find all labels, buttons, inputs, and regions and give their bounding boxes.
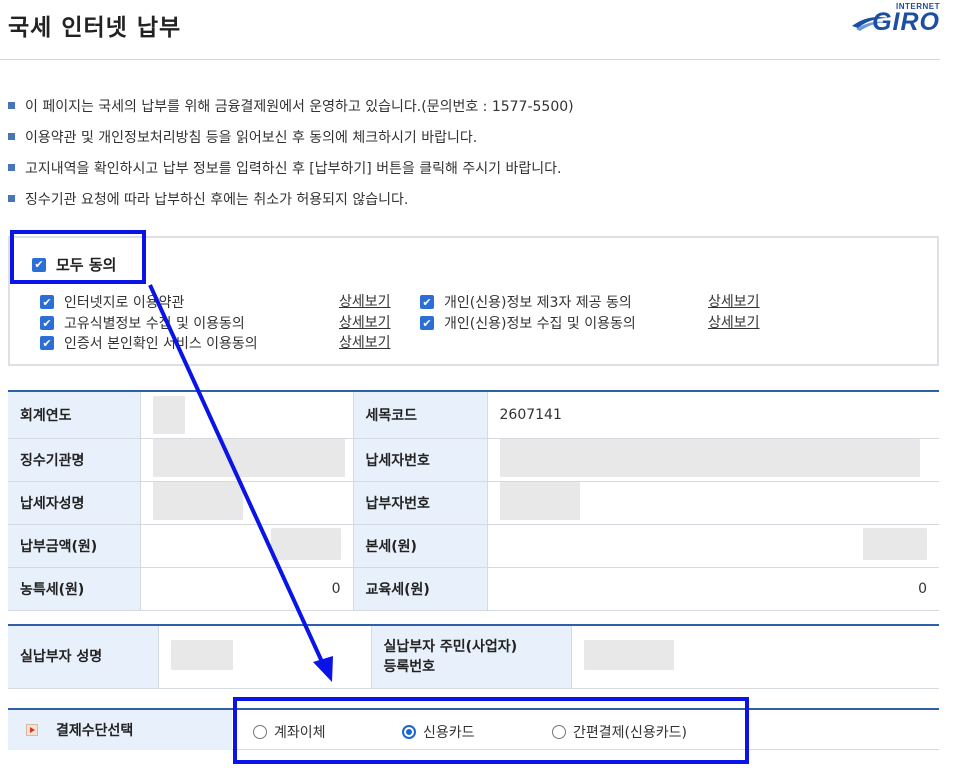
term-label: 개인(신용)정보 제3자 제공 동의	[444, 295, 632, 311]
payment-method-label-cell: 결제수단선택	[8, 710, 232, 750]
bullet-icon	[8, 133, 15, 140]
bullet-icon	[8, 195, 15, 202]
taxpayer-number-value	[487, 438, 939, 482]
payment-amount-value	[140, 524, 354, 568]
notice-item: 징수기관 요청에 따라 납부하신 후에는 취소가 허용되지 않습니다.	[8, 189, 938, 220]
fiscal-year-label: 회계연도	[8, 391, 141, 439]
actual-payer-name-value[interactable]	[158, 625, 372, 689]
notice-item: 이용약관 및 개인정보처리방침 등을 읽어보신 후 동의에 체크하시기 바랍니다…	[8, 127, 938, 158]
term-label: 고유식별정보 수집 및 이용동의	[64, 316, 245, 332]
checkbox-checked-icon[interactable]: ✔	[40, 316, 54, 330]
term-checkbox-collect[interactable]: ✔ 개인(신용)정보 수집 및 이용동의	[420, 313, 636, 333]
taxpayer-name-label: 납세자성명	[8, 481, 141, 525]
table-row: 납부금액(원) 본세(원)	[8, 524, 939, 568]
payer-number-label: 납부자번호	[353, 481, 488, 525]
actual-payer-id-label: 실납부자 주민(사업자) 등록번호	[371, 625, 572, 689]
term-label: 인터넷지로 이용약관	[64, 295, 185, 311]
checkbox-checked-icon[interactable]: ✔	[420, 316, 434, 330]
bullet-icon	[8, 164, 15, 171]
detail-link[interactable]: 상세보기	[708, 292, 760, 312]
checkbox-checked-icon[interactable]: ✔	[40, 295, 54, 309]
rural-tax-value: 0	[140, 567, 354, 611]
payment-method-label: 결제수단선택	[56, 723, 134, 739]
principal-tax-label: 본세(원)	[353, 524, 488, 568]
payment-amount-label: 납부금액(원)	[8, 524, 141, 568]
tax-info-table: 회계연도 세목코드 2607141 징수기관명 납세자번호 납세자성명 납부자번…	[8, 390, 939, 611]
term-checkbox-third-party[interactable]: ✔ 개인(신용)정보 제3자 제공 동의	[420, 292, 632, 312]
fiscal-year-value	[140, 391, 354, 439]
highlight-box-payment-method	[233, 697, 749, 764]
taxpayer-name-value	[140, 481, 354, 525]
arrow-bullet-icon	[26, 724, 38, 736]
table-row: 징수기관명 납세자번호	[8, 438, 939, 482]
agreement-section: ✔ 모두 동의 ✔ 인터넷지로 이용약관 ✔ 고유식별정보 수집 및 이용동의 …	[8, 236, 939, 366]
tax-code-value: 2607141	[487, 391, 939, 439]
highlight-box-agree-all	[10, 230, 146, 284]
notice-item: 이 페이지는 국세의 납부를 위해 금융결제원에서 운영하고 있습니다.(문의번…	[8, 96, 938, 127]
detail-link[interactable]: 상세보기	[339, 292, 391, 312]
actual-payer-name-label: 실납부자 성명	[8, 625, 159, 689]
rural-tax-label: 농특세(원)	[8, 567, 141, 611]
table-row: 농특세(원) 0 교육세(원) 0	[8, 567, 939, 611]
payer-number-value	[487, 481, 939, 525]
notice-list: 이 페이지는 국세의 납부를 위해 금융결제원에서 운영하고 있습니다.(문의번…	[8, 96, 938, 220]
term-label: 개인(신용)정보 수집 및 이용동의	[444, 316, 636, 332]
notice-item: 고지내역을 확인하시고 납부 정보를 입력하신 후 [납부하기] 버튼을 클릭해…	[8, 158, 938, 189]
table-row: 납세자성명 납부자번호	[8, 481, 939, 525]
actual-payer-table: 실납부자 성명 실납부자 주민(사업자) 등록번호	[8, 624, 939, 689]
detail-link[interactable]: 상세보기	[339, 333, 391, 353]
table-row: 실납부자 성명 실납부자 주민(사업자) 등록번호	[8, 625, 939, 689]
term-checkbox-internet-giro[interactable]: ✔ 인터넷지로 이용약관	[40, 292, 184, 312]
checkbox-checked-icon[interactable]: ✔	[40, 336, 54, 350]
principal-tax-value	[487, 524, 939, 568]
page-title: 국세 인터넷 납부	[8, 15, 182, 41]
agency-value	[140, 438, 354, 482]
page-header: 국세 인터넷 납부 INTERNET GIRO	[0, 0, 940, 60]
taxpayer-number-label: 납세자번호	[353, 438, 488, 482]
tax-code-label: 세목코드	[353, 391, 488, 439]
giro-logo: INTERNET GIRO	[850, 2, 942, 36]
education-tax-label: 교육세(원)	[353, 567, 488, 611]
bullet-icon	[8, 102, 15, 109]
table-row: 회계연도 세목코드 2607141	[8, 391, 939, 439]
agency-label: 징수기관명	[8, 438, 141, 482]
detail-link[interactable]: 상세보기	[339, 313, 391, 333]
logo-text: GIRO	[872, 8, 940, 36]
term-checkbox-certificate[interactable]: ✔ 인증서 본인확인 서비스 이용동의	[40, 333, 258, 353]
term-label: 인증서 본인확인 서비스 이용동의	[64, 336, 258, 352]
education-tax-value: 0	[487, 567, 939, 611]
term-checkbox-unique-id[interactable]: ✔ 고유식별정보 수집 및 이용동의	[40, 313, 245, 333]
actual-payer-id-value[interactable]	[571, 625, 939, 689]
detail-link[interactable]: 상세보기	[708, 313, 760, 333]
checkbox-checked-icon[interactable]: ✔	[420, 295, 434, 309]
